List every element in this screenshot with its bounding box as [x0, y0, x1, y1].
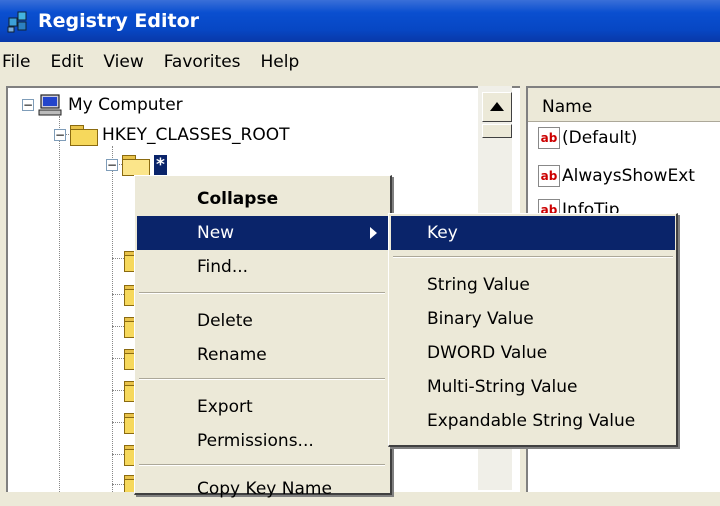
value-name: AlwaysShowExt	[562, 166, 695, 186]
menu-item-collapse[interactable]: Collapse	[137, 182, 389, 216]
registry-editor-icon	[7, 11, 27, 33]
tree-connector	[112, 454, 124, 455]
value-row[interactable]: ab (Default)	[538, 124, 637, 152]
new-submenu: Key String Value Binary Value DWORD Valu…	[388, 213, 678, 447]
menu-favorites[interactable]: Favorites	[154, 52, 251, 72]
collapse-icon[interactable]: −	[54, 129, 66, 141]
submenu-item-binary-value[interactable]: Binary Value	[391, 302, 675, 336]
tree-label: HKEY_CLASSES_ROOT	[102, 125, 290, 145]
menu-separator	[393, 256, 673, 258]
menu-item-permissions[interactable]: Permissions...	[137, 424, 389, 458]
menu-item-label: New	[197, 223, 235, 243]
window-title: Registry Editor	[38, 10, 199, 32]
tree-connector	[112, 146, 113, 492]
tree-node-hkey-classes-root[interactable]: − HKEY_CLASSES_ROOT	[54, 120, 290, 150]
menu-separator	[139, 292, 385, 294]
menu-item-delete[interactable]: Delete	[137, 304, 389, 338]
menu-item-find[interactable]: Find...	[137, 250, 389, 284]
collapse-icon[interactable]: −	[106, 159, 118, 171]
menu-item-new[interactable]: New	[137, 216, 389, 250]
menu-help[interactable]: Help	[251, 52, 310, 72]
tree-connector	[112, 294, 124, 295]
computer-icon	[38, 94, 62, 116]
scroll-thumb[interactable]	[482, 124, 512, 138]
tree-connector	[112, 422, 124, 423]
column-header-name[interactable]: Name	[528, 88, 720, 122]
tree-connector	[112, 484, 124, 485]
submenu-item-key[interactable]: Key	[391, 216, 675, 250]
tree-connector	[112, 326, 124, 327]
folder-icon	[70, 125, 98, 146]
submenu-item-expandable-string-value[interactable]: Expandable String Value	[391, 404, 675, 438]
value-row[interactable]: ab AlwaysShowExt	[538, 162, 695, 190]
menu-item-copy-key-name[interactable]: Copy Key Name	[137, 472, 389, 506]
string-value-icon: ab	[538, 127, 560, 149]
submenu-item-string-value[interactable]: String Value	[391, 268, 675, 302]
tree-connector	[112, 258, 124, 259]
collapse-icon[interactable]: −	[22, 99, 34, 111]
submenu-item-multi-string-value[interactable]: Multi-String Value	[391, 370, 675, 404]
menu-view[interactable]: View	[93, 52, 153, 72]
menu-item-export[interactable]: Export	[137, 390, 389, 424]
tree-label: My Computer	[68, 95, 183, 115]
string-value-icon: ab	[538, 165, 560, 187]
tree-connector	[112, 390, 124, 391]
context-menu: Collapse New Find... Delete Rename Expor…	[134, 175, 392, 499]
tree-node-my-computer[interactable]: − My Computer	[22, 90, 183, 120]
scroll-up-button[interactable]	[482, 92, 512, 122]
menu-separator	[139, 464, 385, 466]
menu-separator	[139, 378, 385, 380]
tree-label-selected: *	[154, 155, 167, 175]
menu-edit[interactable]: Edit	[40, 52, 93, 72]
submenu-item-dword-value[interactable]: DWORD Value	[391, 336, 675, 370]
value-name: (Default)	[562, 128, 638, 148]
tree-connector	[59, 116, 60, 492]
menu-item-rename[interactable]: Rename	[137, 338, 389, 372]
menu-bar: File Edit View Favorites Help	[0, 42, 720, 82]
open-folder-icon	[122, 155, 150, 176]
tree-connector	[112, 358, 124, 359]
submenu-arrow-icon	[370, 227, 377, 239]
menu-file[interactable]: File	[0, 52, 40, 72]
title-bar: Registry Editor	[0, 0, 720, 42]
